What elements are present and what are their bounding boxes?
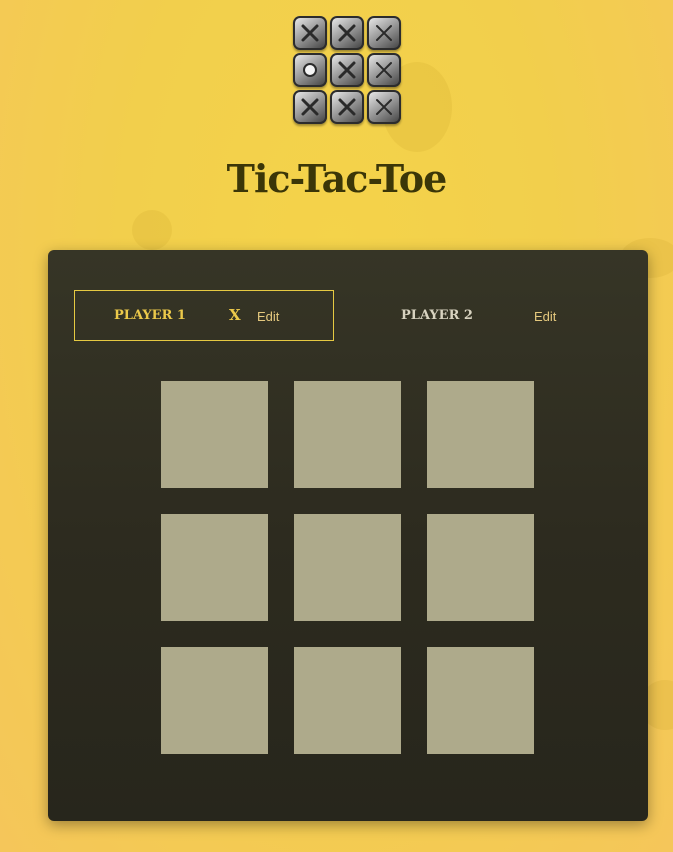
logo-tile: [367, 90, 401, 124]
game-logo: [293, 16, 401, 128]
logo-tile: [367, 16, 401, 50]
board-cell-5[interactable]: [294, 514, 401, 621]
x-icon: [376, 99, 392, 115]
board-cell-8[interactable]: [294, 647, 401, 754]
player-1-edit-button[interactable]: Edit: [257, 309, 279, 324]
x-icon: [338, 61, 356, 79]
background-splash: [132, 210, 172, 250]
game-board: [161, 381, 534, 754]
x-icon: [301, 98, 319, 116]
logo-tile: [330, 16, 364, 50]
board-cell-4[interactable]: [161, 514, 268, 621]
board-cell-2[interactable]: [294, 381, 401, 488]
logo-tile: [293, 16, 327, 50]
board-cell-1[interactable]: [161, 381, 268, 488]
board-cell-9[interactable]: [427, 647, 534, 754]
logo-tile: [330, 90, 364, 124]
player-1-name: PLAYER 1: [114, 308, 186, 323]
x-icon: [301, 24, 319, 42]
board-cell-7[interactable]: [161, 647, 268, 754]
player-2-card: PLAYER 2 Edit: [334, 290, 594, 341]
player-1-symbol: X: [229, 306, 241, 324]
x-icon: [338, 24, 356, 42]
logo-tile: [293, 53, 327, 87]
board-cell-6[interactable]: [427, 514, 534, 621]
player-2-edit-button[interactable]: Edit: [534, 309, 556, 324]
player-2-name: PLAYER 2: [401, 308, 473, 323]
player-1-card: PLAYER 1 X Edit: [74, 290, 334, 341]
x-icon: [376, 25, 392, 41]
x-icon: [338, 98, 356, 116]
logo-tile: [367, 53, 401, 87]
game-panel: PLAYER 1 X Edit PLAYER 2 Edit: [48, 250, 648, 821]
x-icon: [376, 62, 392, 78]
o-icon: [303, 63, 317, 77]
logo-tile: [293, 90, 327, 124]
board-cell-3[interactable]: [427, 381, 534, 488]
game-title: Tic-Tac-Toe: [226, 156, 448, 201]
logo-tile: [330, 53, 364, 87]
players-list: PLAYER 1 X Edit PLAYER 2 Edit: [74, 290, 624, 341]
